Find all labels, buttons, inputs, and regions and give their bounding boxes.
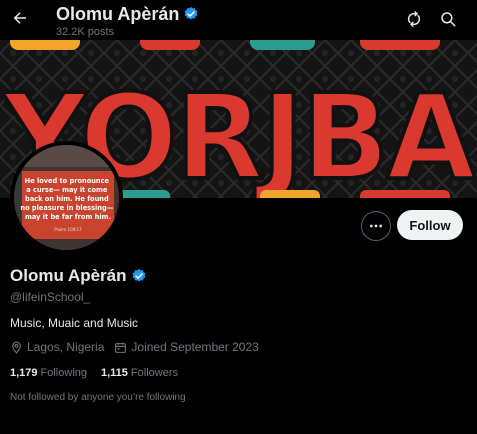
followers-link[interactable]: 1,115 Followers: [101, 367, 178, 379]
location-pin-icon: [12, 341, 21, 354]
location-item: Lagos, Nigeria: [10, 340, 104, 354]
profile-name-row: Olomu Apèrán: [10, 266, 147, 286]
header-name: Olomu Apèrán: [56, 4, 180, 24]
avatar-quote-line: He loved to pronounce: [25, 177, 110, 185]
profile-avatar[interactable]: He loved to pronounce a curse— may it co…: [10, 141, 123, 254]
avatar-quote-line: may it be far from him.: [25, 213, 111, 221]
following-count: 1,179: [10, 367, 38, 379]
search-icon: [441, 12, 456, 27]
back-button[interactable]: [8, 6, 32, 30]
avatar-quote-line: a curse— may it come: [26, 186, 108, 194]
following-link[interactable]: 1,179 Following: [10, 367, 87, 379]
refresh-button[interactable]: [404, 9, 424, 29]
joined-text: Joined September 2023: [131, 340, 259, 354]
location-text: Lagos, Nigeria: [27, 340, 105, 354]
verified-badge-icon: [185, 7, 198, 20]
avatar-quote-line: no pleasure in blessing—: [20, 204, 113, 212]
following-label: Following: [40, 367, 87, 379]
arrow-left-icon: [13, 12, 26, 24]
profile-meta: Lagos, Nigeria Joined September 2023: [10, 340, 269, 354]
header-title: Olomu Apèrán 32.2K posts: [56, 4, 199, 38]
followers-count: 1,115: [101, 367, 128, 379]
not-followed-notice: Not followed by anyone you’re following: [10, 392, 186, 403]
more-dots-icon: [370, 224, 382, 228]
profile-header: Olomu Apèrán 32.2K posts: [0, 0, 477, 40]
svg-text:He loved to pronounce a: He loved to pronounce a curse— may it co…: [20, 177, 115, 221]
search-button[interactable]: [438, 9, 458, 29]
verified-badge-icon[interactable]: [131, 268, 147, 284]
joined-item: Joined September 2023: [114, 340, 259, 354]
refresh-icon: [407, 11, 421, 27]
user-handle: @lifeinSchool_: [10, 290, 91, 304]
more-options-button[interactable]: [361, 211, 391, 241]
avatar-quote-reference: Psalm 109:17: [54, 227, 82, 232]
posts-count: 32.2K posts: [56, 26, 115, 38]
followers-label: Followers: [130, 367, 178, 379]
avatar-quote-line: back on him. He found: [25, 195, 109, 203]
avatar-image: He loved to pronounce a curse— may it co…: [14, 145, 119, 250]
calendar-icon: [115, 342, 127, 353]
follow-button[interactable]: Follow: [397, 210, 463, 240]
follow-stats: 1,179 Following 1,115 Followers: [10, 367, 192, 379]
display-name: Olomu Apèrán: [10, 266, 127, 285]
profile-bio: Music, Muaic and Music: [10, 316, 139, 330]
